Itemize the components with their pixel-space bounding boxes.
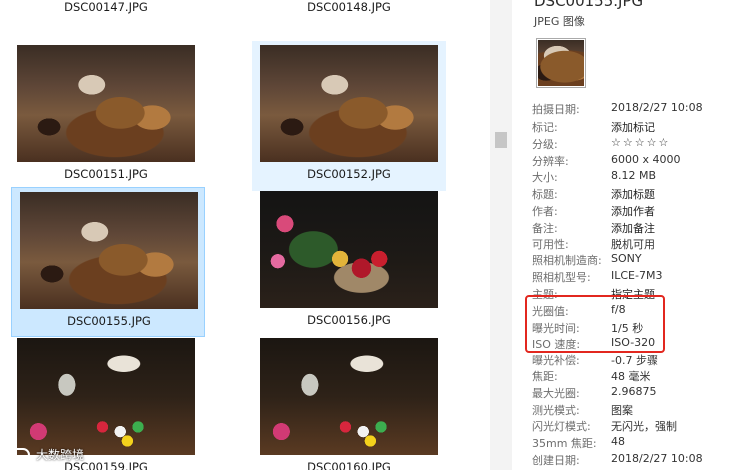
property-label: 测光模式:	[532, 404, 580, 417]
property-value[interactable]: 添加备注	[611, 220, 655, 236]
details-preview	[536, 38, 586, 88]
vertical-scrollbar[interactable]	[490, 0, 512, 470]
file-name: DSC00160.JPG	[307, 460, 391, 470]
property-label: 曝光补偿:	[532, 354, 580, 367]
property-value[interactable]: 2018/2/27 10:08	[611, 101, 703, 114]
property-label: 标记:	[532, 121, 558, 134]
highlight-box	[525, 295, 665, 353]
property-value[interactable]: 添加标记	[611, 119, 655, 135]
thumbnail-grid: DSC00147.JPG DSC00148.JPG DSC00151.JPG D…	[0, 0, 490, 470]
property-label: 焦距:	[532, 370, 558, 383]
rating-stars[interactable]: ☆☆☆☆☆	[611, 136, 670, 149]
thumbnail-item[interactable]: DSC00152.JPG	[252, 41, 446, 191]
property-label: 拍摄日期:	[532, 103, 580, 116]
property-value[interactable]: ILCE-7M3	[611, 269, 662, 282]
details-file-name: DSC00155.JPG	[534, 0, 644, 10]
property-value[interactable]: -0.7 步骤	[611, 352, 658, 368]
file-name: DSC00152.JPG	[307, 167, 391, 181]
photo-thumbnail[interactable]	[17, 338, 195, 455]
property-label: 大小:	[532, 171, 558, 184]
property-label: 最大光圈:	[532, 387, 580, 400]
property-value[interactable]: 2018/2/27 10:08	[611, 452, 703, 465]
property-label: 标题:	[532, 188, 558, 201]
property-value: 脱机可用	[611, 238, 655, 251]
thumbnail-item[interactable]: DSC00151.JPG	[9, 41, 203, 191]
watermark-text: 大数跨境	[36, 448, 85, 462]
property-value[interactable]: 图案	[611, 402, 633, 418]
property-value: 8.12 MB	[611, 169, 657, 182]
details-file-type: JPEG 图像	[534, 15, 585, 28]
property-value[interactable]: SONY	[611, 252, 642, 265]
photo-thumbnail[interactable]	[17, 45, 195, 162]
property-value[interactable]: 无闪光，强制	[611, 418, 677, 434]
property-label: 35mm 焦距:	[532, 437, 597, 450]
property-label: 照相机制造商:	[532, 254, 602, 267]
property-label: 可用性:	[532, 238, 569, 251]
watermark-logo-icon	[8, 447, 30, 462]
property-value[interactable]: 添加标题	[611, 186, 655, 202]
property-value[interactable]: 添加作者	[611, 203, 655, 219]
scrollbar-thumb[interactable]	[495, 132, 507, 148]
file-name: DSC00148.JPG	[307, 0, 391, 14]
property-value[interactable]: 48 毫米	[611, 368, 651, 384]
property-label: 分级:	[532, 138, 558, 151]
thumbnail-item[interactable]: DSC00147.JPG	[9, 0, 203, 24]
details-pane: DSC00155.JPG JPEG 图像 拍摄日期: 2018/2/27 10:…	[512, 0, 730, 470]
preview-image	[538, 40, 584, 86]
thumbnail-item[interactable]: DSC00156.JPG	[252, 187, 446, 337]
property-label: 作者:	[532, 205, 558, 218]
thumbnail-item[interactable]: DSC00160.JPG	[252, 334, 446, 470]
property-label: 闪光灯模式:	[532, 420, 591, 433]
file-name: DSC00156.JPG	[307, 313, 391, 327]
file-name: DSC00147.JPG	[64, 0, 148, 14]
photo-thumbnail[interactable]	[260, 191, 438, 308]
watermark: 大数跨境	[8, 446, 84, 463]
property-label: 备注:	[532, 222, 558, 235]
property-value[interactable]: 2.96875	[611, 385, 657, 398]
photo-thumbnail[interactable]	[260, 338, 438, 455]
property-value: 6000 x 4000	[611, 153, 681, 166]
property-value[interactable]: 48	[611, 435, 625, 448]
thumbnail-item[interactable]: DSC00148.JPG	[252, 0, 446, 24]
property-label: 照相机型号:	[532, 271, 591, 284]
photo-thumbnail[interactable]	[260, 45, 438, 162]
property-label: 分辨率:	[532, 155, 569, 168]
file-name: DSC00151.JPG	[64, 167, 148, 181]
photo-thumbnail[interactable]	[20, 192, 198, 309]
file-name: DSC00155.JPG	[67, 314, 151, 328]
thumbnail-item-selected[interactable]: DSC00155.JPG	[11, 187, 205, 337]
property-label: 创建日期:	[532, 454, 580, 467]
